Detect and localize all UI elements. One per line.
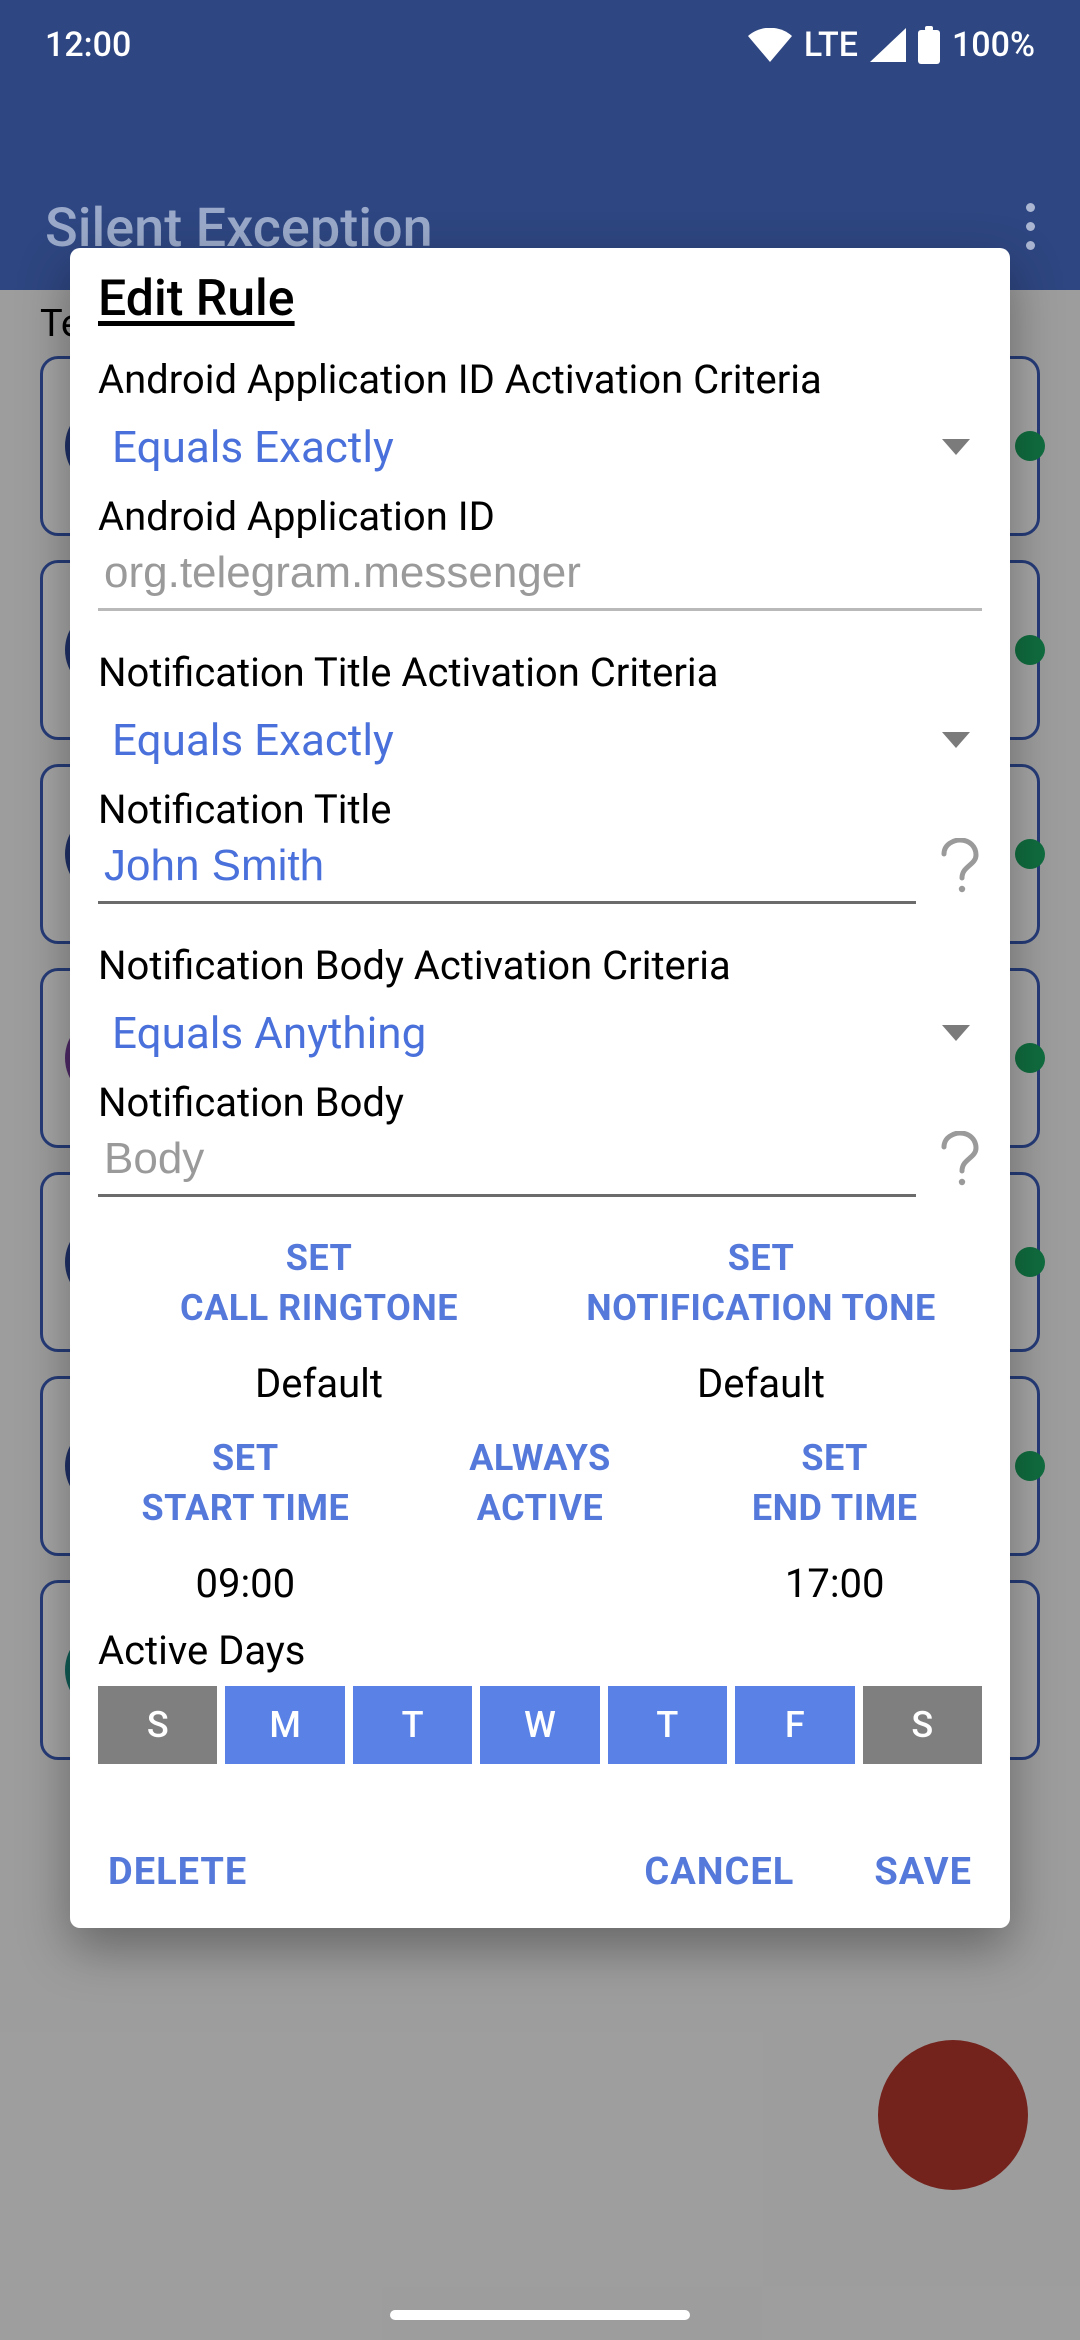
day-toggle-4[interactable]: T: [608, 1686, 727, 1764]
save-button[interactable]: SAVE: [874, 1850, 972, 1894]
status-time: 12:00: [45, 25, 131, 65]
delete-button[interactable]: DELETE: [108, 1850, 247, 1894]
app-id-criteria-label: Android Application ID Activation Criter…: [98, 356, 982, 403]
signal-icon: [870, 28, 906, 62]
status-right: LTE 100%: [748, 25, 1035, 65]
day-toggle-6[interactable]: S: [863, 1686, 982, 1764]
start-time-value: 09:00: [98, 1560, 393, 1607]
set-start-time-button[interactable]: SET START TIME: [98, 1433, 393, 1534]
day-toggle-0[interactable]: S: [98, 1686, 217, 1764]
body-criteria-value: Equals Anything: [112, 1007, 426, 1059]
title-criteria-value: Equals Exactly: [112, 714, 394, 766]
active-days-label: Active Days: [98, 1627, 982, 1674]
set-end-time-button[interactable]: SET END TIME: [687, 1433, 982, 1534]
active-days-row: SMTWTFS: [98, 1686, 982, 1764]
help-icon[interactable]: [936, 1131, 982, 1197]
dialog-title: Edit Rule: [98, 270, 982, 328]
day-toggle-1[interactable]: M: [225, 1686, 344, 1764]
app-id-criteria-value: Equals Exactly: [112, 421, 394, 473]
day-toggle-2[interactable]: T: [353, 1686, 472, 1764]
title-criteria-select[interactable]: Equals Exactly: [98, 696, 982, 776]
status-bar: 12:00 LTE 100%: [0, 0, 1080, 90]
notification-tone-value: Default: [540, 1360, 982, 1407]
body-input[interactable]: [98, 1126, 916, 1197]
chevron-down-icon: [942, 732, 970, 748]
body-label: Notification Body: [98, 1079, 982, 1126]
body-criteria-label: Notification Body Activation Criteria: [98, 942, 982, 989]
app-id-label: Android Application ID: [98, 493, 982, 540]
app-id-criteria-select[interactable]: Equals Exactly: [98, 403, 982, 483]
title-input[interactable]: [98, 833, 916, 904]
wifi-icon: [748, 28, 792, 62]
end-time-value: 17:00: [687, 1560, 982, 1607]
day-toggle-3[interactable]: W: [480, 1686, 599, 1764]
title-label: Notification Title: [98, 786, 982, 833]
net-label: LTE: [804, 25, 858, 65]
always-active-button[interactable]: ALWAYS ACTIVE: [393, 1433, 688, 1534]
cancel-button[interactable]: CANCEL: [644, 1850, 794, 1894]
nav-pill: [390, 2310, 690, 2320]
app-id-input[interactable]: [98, 540, 982, 611]
day-toggle-5[interactable]: F: [735, 1686, 854, 1764]
chevron-down-icon: [942, 1025, 970, 1041]
call-ringtone-value: Default: [98, 1360, 540, 1407]
set-notification-tone-button[interactable]: SET NOTIFICATION TONE: [540, 1233, 982, 1334]
battery-icon: [918, 26, 940, 64]
set-call-ringtone-button[interactable]: SET CALL RINGTONE: [98, 1233, 540, 1334]
body-criteria-select[interactable]: Equals Anything: [98, 989, 982, 1069]
chevron-down-icon: [942, 439, 970, 455]
overflow-menu-icon[interactable]: [1026, 203, 1035, 260]
title-criteria-label: Notification Title Activation Criteria: [98, 649, 982, 696]
battery-pct: 100%: [952, 25, 1035, 65]
help-icon[interactable]: [936, 838, 982, 904]
edit-rule-dialog: Edit Rule Android Application ID Activat…: [70, 248, 1010, 1928]
